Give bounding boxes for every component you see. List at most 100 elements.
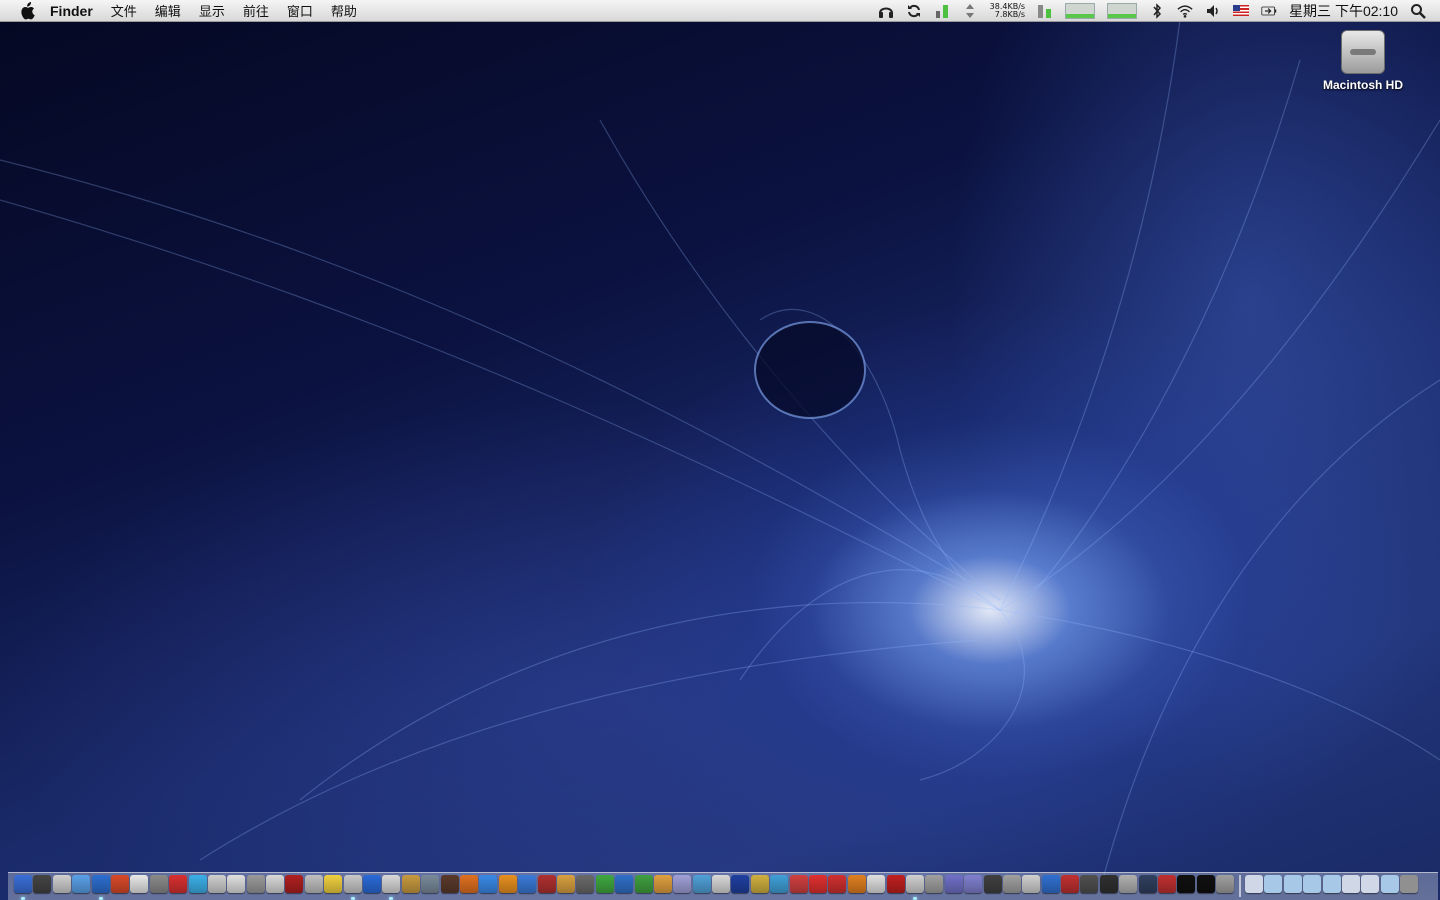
dock-app-icon[interactable]	[304, 875, 323, 893]
wifi-icon[interactable]	[1177, 3, 1193, 19]
dock-folder-stack-icon[interactable]	[1303, 875, 1322, 893]
spotlight-icon[interactable]	[1410, 3, 1426, 19]
dock-folder-stack-icon[interactable]	[1380, 875, 1399, 893]
dock-app-icon[interactable]	[421, 875, 440, 893]
bluetooth-icon[interactable]	[1149, 2, 1165, 19]
dock-app-icon[interactable]	[1138, 875, 1157, 893]
dock-app-icon[interactable]	[615, 875, 634, 893]
dock-app-icon[interactable]	[653, 875, 672, 893]
dock-app-icon[interactable]	[1158, 875, 1177, 893]
menu-window[interactable]: 窗口	[287, 1, 313, 20]
volume-icon[interactable]	[1205, 3, 1221, 19]
menu-clock[interactable]: 星期三 下午02:10	[1289, 1, 1398, 21]
dock-app-icon[interactable]	[1061, 875, 1080, 893]
dock-app-icon[interactable]	[33, 875, 52, 893]
dock-app-icon[interactable]	[382, 875, 401, 900]
dock-app-icon[interactable]	[537, 875, 556, 893]
dock-folder-stack-icon[interactable]	[1322, 875, 1341, 893]
dock-app-icon[interactable]	[847, 875, 866, 893]
dock-app-icon[interactable]	[1022, 875, 1041, 893]
dock-app-icon[interactable]	[518, 875, 537, 893]
dock-app-icon[interactable]	[1080, 875, 1099, 893]
dock-app-icon[interactable]	[712, 875, 731, 893]
dock-app-icon[interactable]	[266, 875, 285, 893]
menu-view[interactable]: 显示	[199, 1, 225, 20]
dock-app-icon[interactable]	[324, 875, 343, 893]
dock-folder-stack-icon[interactable]	[1264, 875, 1283, 893]
desktop-drive-macintosh-hd[interactable]: Macintosh HD	[1312, 30, 1414, 92]
dock-app-icon[interactable]	[1041, 875, 1060, 893]
headphones-icon[interactable]	[878, 3, 894, 19]
desktop-wallpaper	[0, 0, 1440, 900]
dock-app-icon[interactable]	[556, 875, 575, 893]
hard-drive-icon[interactable]	[1341, 30, 1385, 74]
dock-items	[14, 875, 1419, 900]
dock-app-icon[interactable]	[595, 875, 614, 893]
dock-app-icon[interactable]	[14, 875, 32, 900]
dock-app-icon[interactable]	[692, 875, 711, 893]
dock-folder-stack-icon[interactable]	[1361, 875, 1380, 893]
dock-app-icon[interactable]	[634, 875, 653, 893]
dock-app-icon[interactable]	[1177, 875, 1196, 893]
dock-app-icon[interactable]	[227, 875, 246, 893]
menu-edit[interactable]: 编辑	[155, 1, 181, 20]
battery-icon[interactable]	[1261, 3, 1277, 19]
net-graph-icon	[1107, 2, 1138, 19]
dock-folder-stack-icon[interactable]	[1341, 875, 1360, 893]
memory-meter-icon	[1037, 3, 1053, 19]
sync-icon[interactable]	[906, 3, 922, 19]
network-speed-readout: 38.4KB/s 7.8KB/s	[990, 2, 1026, 19]
menu-file[interactable]: 文件	[111, 1, 137, 20]
net-download-speed: 7.8KB/s	[994, 9, 1026, 19]
dock-app-icon[interactable]	[285, 875, 304, 893]
dock-app-icon[interactable]	[91, 875, 110, 900]
dock-app-icon[interactable]	[964, 875, 983, 893]
menu-app-name[interactable]: Finder	[50, 3, 93, 19]
dock-app-icon[interactable]	[886, 875, 905, 893]
dock-app-icon[interactable]	[1002, 875, 1021, 893]
dock-app-icon[interactable]	[828, 875, 847, 893]
dock-app-icon[interactable]	[809, 875, 828, 893]
dock-folder-stack-icon[interactable]	[1245, 875, 1263, 893]
apple-menu-icon[interactable]	[18, 1, 36, 20]
wallpaper-swirls	[0, 19, 1440, 891]
dock-app-icon[interactable]	[1099, 875, 1118, 893]
dock-app-icon[interactable]	[246, 875, 265, 893]
dock	[8, 872, 1438, 900]
menu-help[interactable]: 帮助	[331, 1, 357, 20]
dock-app-icon[interactable]	[207, 875, 226, 893]
menu-go[interactable]: 前往	[243, 1, 269, 20]
dock-app-icon[interactable]	[110, 875, 129, 893]
dock-app-icon[interactable]	[72, 875, 91, 893]
dock-folder-stack-icon[interactable]	[1283, 875, 1302, 893]
dock-app-icon[interactable]	[905, 875, 924, 900]
dock-app-icon[interactable]	[983, 875, 1002, 893]
dock-app-icon[interactable]	[1196, 875, 1215, 893]
dock-app-icon[interactable]	[750, 875, 769, 893]
dock-app-icon[interactable]	[789, 875, 808, 893]
dock-app-icon[interactable]	[363, 875, 382, 893]
dock-app-icon[interactable]	[169, 875, 188, 893]
dock-app-icon[interactable]	[188, 875, 207, 893]
drive-label: Macintosh HD	[1322, 78, 1403, 92]
dock-app-icon[interactable]	[130, 875, 149, 893]
dock-app-icon[interactable]	[944, 875, 963, 893]
dock-app-icon[interactable]	[401, 875, 420, 893]
dock-app-icon[interactable]	[1216, 875, 1235, 893]
dock-app-icon[interactable]	[52, 875, 71, 893]
dock-app-icon[interactable]	[867, 875, 886, 893]
dock-app-icon[interactable]	[925, 875, 944, 893]
trash-icon[interactable]	[1400, 875, 1419, 893]
dock-app-icon[interactable]	[459, 875, 478, 893]
dock-app-icon[interactable]	[1119, 875, 1138, 893]
dock-app-icon[interactable]	[498, 875, 517, 893]
us-flag-icon[interactable]	[1233, 3, 1250, 19]
dock-app-icon[interactable]	[576, 875, 595, 893]
dock-app-icon[interactable]	[770, 875, 789, 893]
dock-app-icon[interactable]	[440, 875, 459, 893]
dock-app-icon[interactable]	[343, 875, 362, 900]
dock-app-icon[interactable]	[673, 875, 692, 893]
dock-app-icon[interactable]	[731, 875, 750, 893]
dock-app-icon[interactable]	[479, 875, 498, 893]
dock-app-icon[interactable]	[149, 875, 168, 893]
